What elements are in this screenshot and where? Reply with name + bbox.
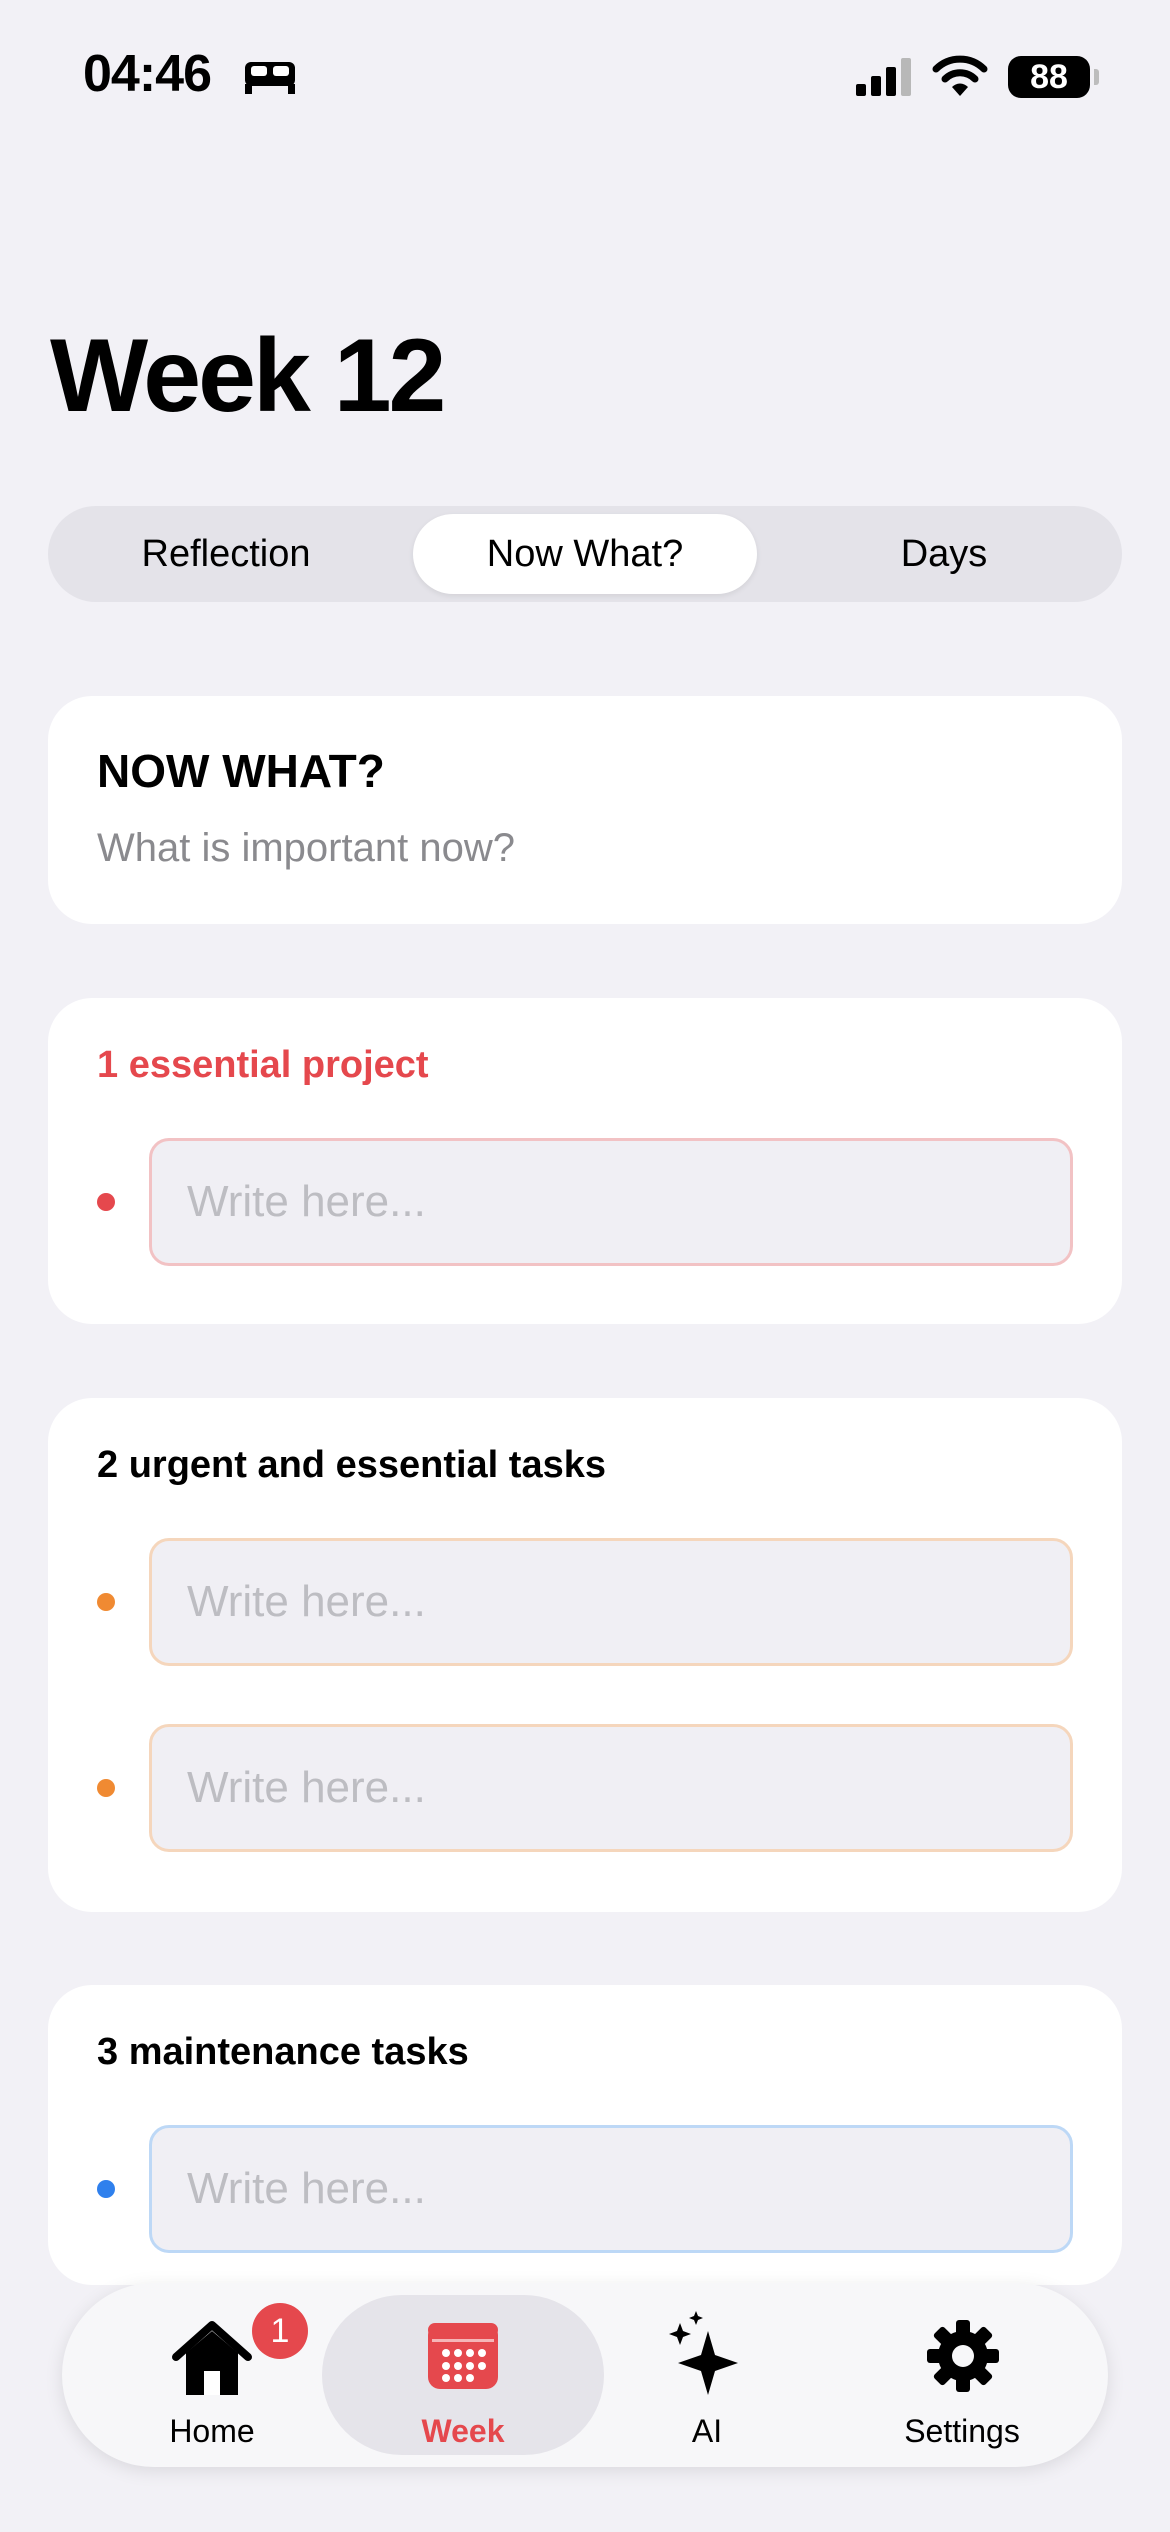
- urgent-task-input-1[interactable]: [149, 1538, 1073, 1666]
- tab-home-label: Home: [169, 2413, 255, 2449]
- sparkles-icon: [669, 2311, 738, 2395]
- gear-icon: [927, 2320, 999, 2392]
- page-title: Week 12: [50, 318, 446, 434]
- wifi-icon: [932, 55, 988, 96]
- section-title-essential-project: 1 essential project: [97, 1044, 429, 1086]
- status-time: 04:46: [83, 45, 212, 103]
- tab-home[interactable]: 1 Home: [102, 2283, 322, 2467]
- tab-bar: 1 Home Week AI Settings: [62, 2283, 1108, 2467]
- maintenance-task-input-1[interactable]: [149, 2125, 1073, 2253]
- maintenance-tasks-card: 3 maintenance tasks: [48, 1985, 1122, 2285]
- urgent-task-input-2[interactable]: [149, 1724, 1073, 1852]
- urgent-tasks-card: 2 urgent and essential tasks: [48, 1398, 1122, 1912]
- section-title-maintenance-tasks: 3 maintenance tasks: [97, 2031, 469, 2073]
- essential-project-input-1[interactable]: [149, 1138, 1073, 1266]
- segment-days[interactable]: Days: [774, 514, 1114, 594]
- calendar-icon: [428, 2323, 498, 2389]
- tab-week-label: Week: [421, 2413, 505, 2449]
- home-notification-badge: 1: [252, 2303, 308, 2359]
- bullet-dot: [97, 1593, 115, 1611]
- bullet-dot: [97, 2180, 115, 2198]
- cellular-signal-icon: [856, 58, 911, 96]
- tab-settings-label: Settings: [904, 2413, 1020, 2449]
- tab-week[interactable]: Week: [322, 2295, 604, 2455]
- segment-now-what[interactable]: Now What?: [413, 514, 757, 594]
- battery-tip: [1094, 69, 1099, 85]
- section-title-urgent-tasks: 2 urgent and essential tasks: [97, 1444, 606, 1486]
- bullet-dot: [97, 1779, 115, 1797]
- home-icon: [172, 2321, 252, 2395]
- bullet-dot: [97, 1193, 115, 1211]
- sleep-bed-icon: [245, 62, 295, 94]
- intro-card: NOW WHAT? What is important now?: [48, 696, 1122, 924]
- tab-ai-label: AI: [691, 2413, 723, 2449]
- tab-ai[interactable]: AI: [622, 2283, 792, 2467]
- intro-heading: NOW WHAT?: [97, 745, 385, 797]
- intro-subtitle: What is important now?: [97, 826, 515, 870]
- tab-settings[interactable]: Settings: [852, 2283, 1072, 2467]
- status-bar: 04:46 88: [0, 0, 1170, 150]
- segment-reflection[interactable]: Reflection: [56, 514, 396, 594]
- segmented-control: Reflection Now What? Days: [48, 506, 1122, 602]
- battery-indicator: 88: [1008, 56, 1090, 98]
- essential-project-card: 1 essential project: [48, 998, 1122, 1324]
